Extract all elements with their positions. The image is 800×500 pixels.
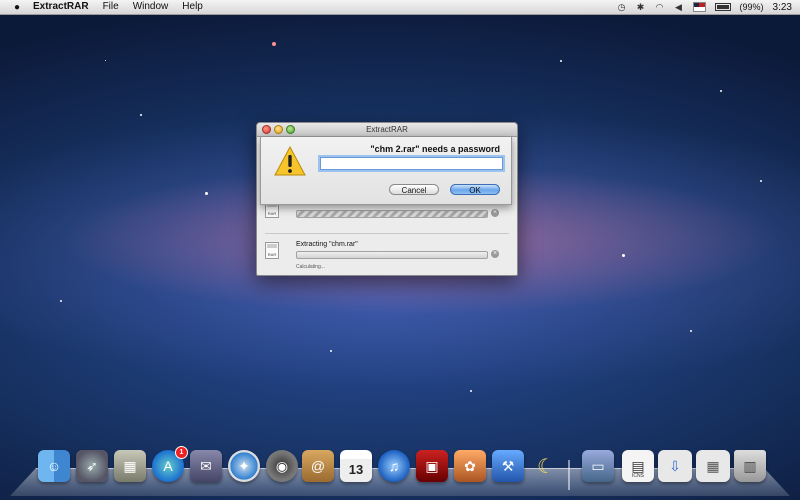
volume-icon[interactable]: ◀ [674, 2, 684, 13]
mission-control-icon[interactable]: ▦ [114, 450, 146, 482]
launchpad-icon[interactable]: ➶ [76, 450, 108, 482]
input-source-flag-icon[interactable] [692, 2, 706, 12]
calendar-day: 13 [348, 461, 364, 477]
dock-separator [568, 460, 570, 490]
battery-percent[interactable]: (99%) [740, 2, 764, 12]
app-store-badge: 1 [175, 446, 188, 459]
address-book-icon[interactable]: @ [302, 450, 334, 482]
trash-icon[interactable]: ▥ [734, 450, 766, 482]
applications-folder-icon[interactable]: ▭ [582, 450, 614, 482]
extraction-job: RAR Extracting "chm.rar" Calculating... … [265, 238, 509, 274]
extractrar-banana-icon[interactable]: ☾ [530, 450, 562, 482]
stop-job-icon[interactable]: × [491, 209, 499, 217]
window-titlebar[interactable]: ExtractRAR [257, 123, 517, 137]
menu-app-name[interactable]: ExtractRAR [26, 0, 96, 14]
cancel-button[interactable]: Cancel [389, 184, 439, 195]
warning-icon [274, 146, 306, 176]
dock: ☺ ➶ ▦ A1 ✉ ✦ ◉ @ 13 ♫ ▣ ✿ ⚒ ☾ ▭ ▤ ICNS ⇩ … [36, 446, 770, 490]
menu-help[interactable]: Help [175, 0, 210, 14]
rar-file-icon: RAR [265, 242, 279, 259]
wifi-icon[interactable]: ◠ [655, 2, 665, 13]
facetime-icon[interactable]: ◉ [266, 450, 298, 482]
password-prompt-message: "chm 2.rar" needs a password [370, 144, 500, 154]
window-close-button[interactable] [262, 125, 271, 134]
stop-job-icon[interactable]: × [491, 250, 499, 258]
finder-icon[interactable]: ☺ [38, 450, 70, 482]
password-sheet: "chm 2.rar" needs a password Cancel OK [260, 137, 512, 205]
indeterminate-progress-bar [296, 210, 488, 218]
menu-file[interactable]: File [96, 0, 126, 14]
menu-extras: ◷ ✱ ◠ ◀ (99%) 3:23 [617, 0, 792, 14]
bluetooth-icon[interactable]: ✱ [636, 2, 646, 13]
job-label: Extracting "chm.rar" [296, 241, 358, 248]
documents-stack-icon[interactable]: ▦ [696, 450, 730, 482]
progress-bar [296, 251, 488, 259]
safari-icon[interactable]: ✦ [228, 450, 260, 482]
app-store-icon[interactable]: A1 [152, 446, 188, 482]
menu-clock[interactable]: 3:23 [773, 2, 792, 13]
window-minimize-button[interactable] [274, 125, 283, 134]
xcode-icon[interactable]: ⚒ [492, 450, 524, 482]
mail-icon[interactable]: ✉ [190, 450, 222, 482]
itunes-icon[interactable]: ♫ [378, 450, 410, 482]
window-zoom-button[interactable] [286, 125, 295, 134]
ok-button[interactable]: OK [450, 184, 500, 195]
window-title: ExtractRAR [366, 125, 408, 134]
photo-booth-icon[interactable]: ▣ [416, 450, 448, 482]
job-status: Calculating... [296, 264, 325, 270]
extractrar-window: ExtractRAR RAR × RAR Extracting "chm.rar… [256, 122, 518, 276]
battery-icon[interactable] [714, 3, 731, 11]
menu-window[interactable]: Window [126, 0, 176, 14]
icns-label: ICNS [632, 473, 644, 479]
time-machine-icon[interactable]: ◷ [617, 2, 627, 13]
job-divider [265, 233, 509, 234]
password-input[interactable] [320, 157, 503, 170]
downloads-stack-icon[interactable]: ⇩ [658, 450, 692, 482]
icns-document-icon[interactable]: ▤ ICNS [622, 450, 654, 482]
menu-bar: ● ExtractRAR File Window Help ◷ ✱ ◠ ◀ (9… [0, 0, 800, 15]
apple-menu-icon[interactable]: ● [8, 2, 26, 13]
iphoto-icon[interactable]: ✿ [454, 450, 486, 482]
calendar-icon[interactable]: 13 [340, 450, 372, 482]
